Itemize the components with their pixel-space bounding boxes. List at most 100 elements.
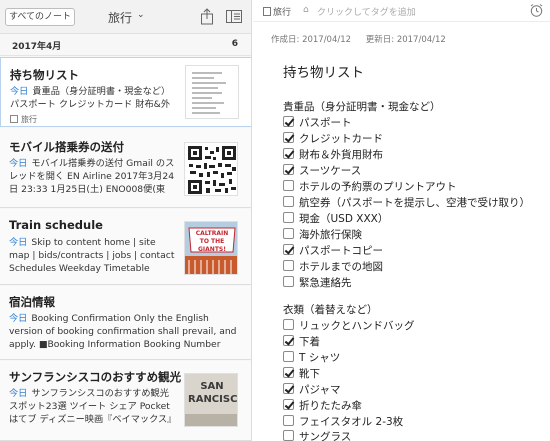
- document-thumbnail-lines: [192, 72, 226, 114]
- checklist-item: フェイスタオル 2-3枚: [283, 414, 403, 430]
- note-list-pane: すべてのノート 旅行 ⌄ 2017年4月 6 持ち物リスト 今日 貴重品（身分証明…: [0, 0, 252, 441]
- checklist-item-label: 財布＆外貨用財布: [299, 149, 383, 161]
- created-date: 作成日: 2017/04/12: [271, 35, 352, 45]
- checklist-item-label: 下着: [299, 336, 320, 348]
- note-snippet: 今日 Skip to content home | site map | bids…: [9, 236, 177, 276]
- checklist-item: 海外旅行保険: [283, 227, 362, 243]
- notebook-title[interactable]: 旅行: [108, 9, 132, 26]
- note-item[interactable]: 宿泊情報 今日 Booking Confirmation Only the Eng…: [0, 286, 251, 360]
- checkbox[interactable]: [283, 180, 294, 191]
- checkbox[interactable]: [283, 415, 294, 426]
- checklist-item-label: パスポートコピー: [299, 245, 383, 257]
- checklist-item-label: ホテルまでの地図: [299, 261, 383, 273]
- note-date: 今日: [9, 388, 28, 399]
- checkbox[interactable]: [283, 228, 294, 239]
- note-item[interactable]: サンフランシスコのおすすめ観光… 今日 サンフランシスコのおすすめ観光スポット23…: [0, 361, 251, 441]
- checkbox[interactable]: [283, 196, 294, 207]
- checklist-item: 現金（USD XXX）: [283, 211, 388, 227]
- checkbox[interactable]: [283, 260, 294, 271]
- note-list-toolbar: すべてのノート 旅行 ⌄: [0, 0, 251, 34]
- checklist-item: 靴下: [283, 366, 320, 382]
- section-count: 6: [231, 39, 238, 49]
- note-item[interactable]: 持ち物リスト 今日 貴重品（身分証明書・現金など）パスポート クレジットカード 財…: [0, 57, 251, 127]
- checklist-item-label: パジャマ: [299, 384, 341, 396]
- checklist-item: クレジットカード: [283, 131, 383, 147]
- checklist-item-label: フェイスタオル 2-3枚: [299, 416, 404, 428]
- note-notebook-tag: 旅行: [10, 114, 37, 125]
- checklist-item: スーツケース: [283, 163, 361, 179]
- note-snippet: 今日 モバイル搭乗券の送付 Gmail のスレッドを開く EN Airline 2…: [9, 157, 177, 197]
- note-editor-pane: 旅行 ⌂ クリックしてタグを追加 作成日: 2017/04/12 更新日: 20…: [253, 0, 550, 441]
- checkbox[interactable]: [283, 132, 294, 143]
- checkbox[interactable]: [283, 399, 294, 410]
- note-title-heading[interactable]: 持ち物リスト: [283, 61, 364, 81]
- note-snippet: 今日 Booking Confirmation Only the English …: [9, 312, 241, 352]
- checklist-item-label: スーツケース: [299, 165, 362, 177]
- all-notes-button[interactable]: すべてのノート: [5, 8, 75, 26]
- checkbox[interactable]: [283, 164, 294, 175]
- qr-code-image: [185, 143, 237, 195]
- checkbox[interactable]: [283, 244, 294, 255]
- checklist-item: サングラス: [283, 429, 351, 441]
- checklist-item: 財布＆外貨用財布: [283, 147, 383, 163]
- checklist-item: 航空券（パスポートを提示し、空港で受け取り）: [283, 195, 530, 211]
- checklist-item: ホテルまでの地図: [283, 259, 383, 275]
- checklist-section-heading: 貴重品（身分証明書・現金など）: [283, 101, 441, 113]
- note-snippet-text: モバイル搭乗券の送付 Gmail のスレッドを開く EN Airline 201…: [9, 158, 175, 195]
- caltrain-thumbnail: CALTRAIN TO THE GIANTS!: [184, 221, 238, 275]
- checklist-item-label: リュックとハンドバッグ: [299, 320, 415, 332]
- note-date: 今日: [10, 86, 29, 97]
- share-icon[interactable]: [200, 8, 214, 25]
- note-title: モバイル搭乗券の送付: [9, 140, 124, 154]
- note-snippet-text: Booking Confirmation Only the English ve…: [9, 313, 237, 350]
- note-title: 宿泊情報: [9, 295, 55, 309]
- checklist-item-label: 海外旅行保険: [299, 229, 362, 241]
- checklist-item-label: サングラス: [299, 431, 352, 441]
- note-notebook-selector[interactable]: 旅行: [263, 5, 291, 18]
- checklist-item-label: パスポート: [299, 117, 352, 129]
- checklist-item-label: クレジットカード: [299, 133, 383, 145]
- checkbox[interactable]: [283, 276, 294, 287]
- checkbox[interactable]: [283, 383, 294, 394]
- checkbox[interactable]: [283, 367, 294, 378]
- note-notebook-name: 旅行: [273, 8, 292, 18]
- checklist-item-label: T シャツ: [299, 352, 341, 364]
- note-item[interactable]: モバイル搭乗券の送付 今日 モバイル搭乗券の送付 Gmail のスレッドを開く E…: [0, 128, 251, 208]
- view-options-icon[interactable]: [226, 10, 242, 23]
- checkbox[interactable]: [283, 430, 294, 441]
- checklist-item-label: 航空券（パスポートを提示し、空港で受け取り）: [299, 197, 530, 209]
- note-notebook-label: 旅行: [21, 115, 37, 124]
- checkbox[interactable]: [283, 335, 294, 346]
- note-item[interactable]: Train schedule 今日 Skip to content home | …: [0, 209, 251, 285]
- tag-input[interactable]: クリックしてタグを追加: [317, 5, 416, 18]
- note-date: 今日: [9, 313, 28, 324]
- checklist-item: 下着: [283, 334, 320, 350]
- note-snippet-text: Skip to content home | site map | bids/c…: [9, 237, 175, 274]
- note-title: サンフランシスコのおすすめ観光…: [9, 370, 181, 384]
- checkbox[interactable]: [283, 148, 294, 159]
- note-snippet-text: サンフランシスコのおすすめ観光スポット23選 ツイート シェア Pocket は…: [9, 388, 177, 425]
- note-snippet: 今日貴重品（身分証明書・現金など）パスポート クレジットカード 財布&外貨…: [10, 85, 178, 112]
- checklist-item-label: ホテルの予約票のプリントアウト: [299, 181, 457, 193]
- checkbox[interactable]: [283, 212, 294, 223]
- checklist-item-label: 現金（USD XXX）: [299, 213, 389, 225]
- note-title: 持ち物リスト: [10, 68, 79, 82]
- notebook-icon: [263, 7, 271, 16]
- note-title: Train schedule: [9, 218, 103, 232]
- checklist-item: パスポート: [283, 115, 352, 131]
- reminder-alarm-icon[interactable]: [529, 3, 544, 18]
- checklist-item: パスポートコピー: [283, 243, 383, 259]
- caltrain-thumbnail-text: CALTRAIN TO THE GIANTS!: [195, 230, 229, 253]
- note-date: 今日: [9, 237, 28, 248]
- note-editor-header: 旅行 ⌂ クリックしてタグを追加: [253, 0, 550, 22]
- checkbox[interactable]: [283, 351, 294, 362]
- note-date: 今日: [9, 158, 28, 169]
- checklist-item: リュックとハンドバッグ: [283, 318, 415, 334]
- checkbox[interactable]: [283, 319, 294, 330]
- updated-date: 更新日: 2017/04/12: [365, 35, 446, 45]
- chevron-down-icon[interactable]: ⌄: [137, 10, 145, 20]
- note-metadata: 作成日: 2017/04/12 更新日: 2017/04/12: [271, 33, 458, 45]
- checkbox[interactable]: [283, 116, 294, 127]
- notebook-icon: [10, 115, 18, 123]
- checklist-item-label: 緊急連絡先: [299, 277, 352, 289]
